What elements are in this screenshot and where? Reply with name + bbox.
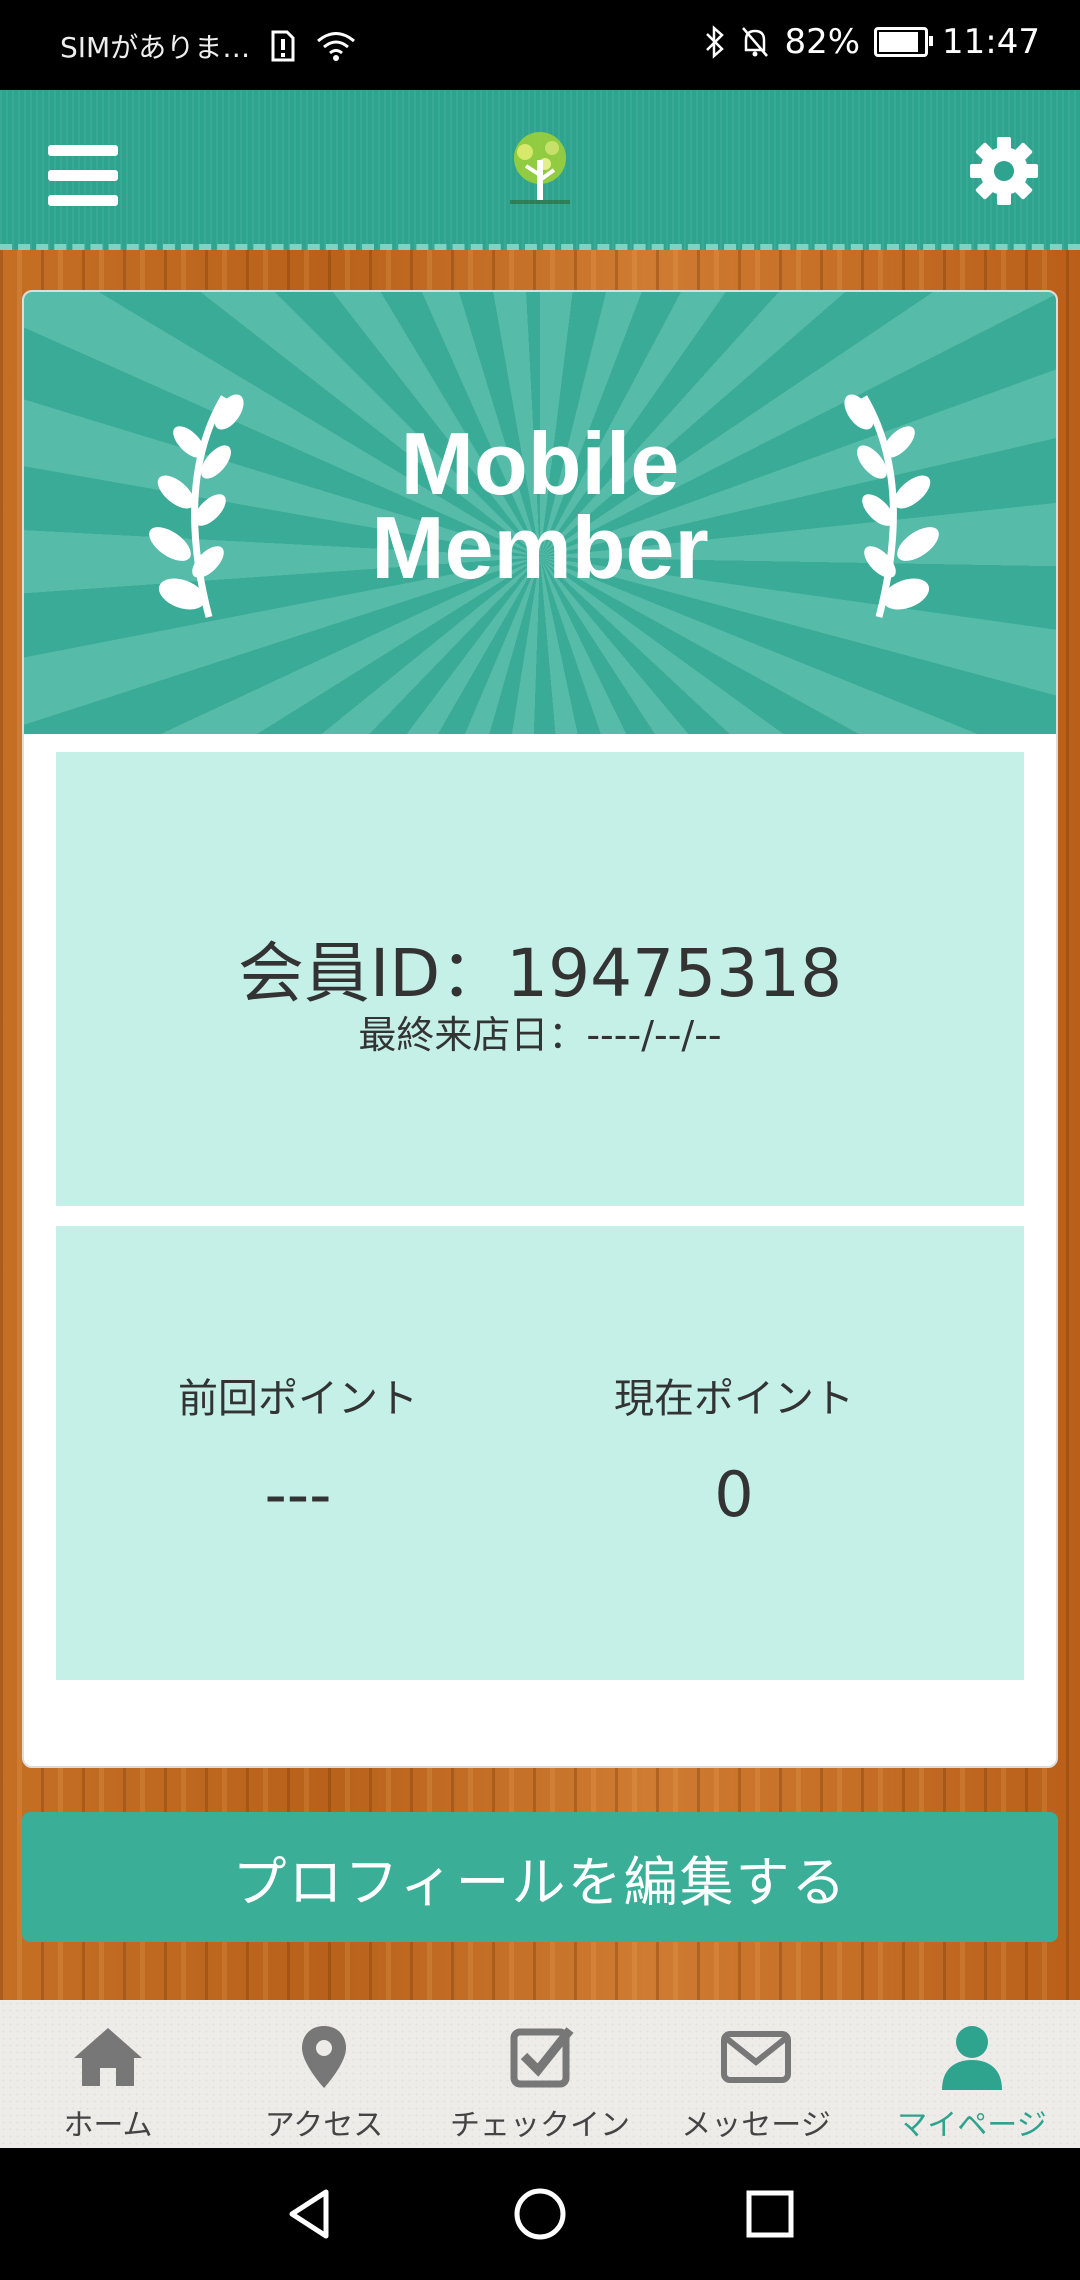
- tab-message-label: メッセージ: [681, 2108, 831, 2143]
- previous-points: 前回ポイント ---: [98, 1366, 498, 1531]
- carrier-text: SIMがありま…: [60, 31, 251, 64]
- previous-points-value: ---: [264, 1458, 332, 1531]
- gear-icon[interactable]: [968, 135, 1040, 207]
- previous-points-label: 前回ポイント: [178, 1376, 418, 1422]
- member-card: Mobile Member 会員ID：19475318 最終来店日：----/-…: [22, 290, 1058, 1768]
- member-id-panel: 会員ID：19475318 最終来店日：----/--/--: [56, 752, 1024, 1206]
- member-id: 会員ID：19475318: [237, 935, 843, 1012]
- home-circle-icon[interactable]: [510, 2184, 570, 2244]
- system-nav-bar: [0, 2148, 1080, 2280]
- bluetooth-icon: [706, 25, 725, 59]
- current-points-value: 0: [714, 1458, 754, 1531]
- checkbox-icon: [510, 2027, 574, 2088]
- user-icon: [942, 2026, 1002, 2090]
- bell-muted-icon: [742, 27, 769, 57]
- last-visit-date: 最終来店日：----/--/--: [358, 1013, 722, 1057]
- recents-square-icon[interactable]: [740, 2184, 800, 2244]
- current-points-label: 現在ポイント: [614, 1376, 854, 1422]
- sim-alert-icon: [271, 30, 295, 62]
- tree-logo-icon[interactable]: [490, 130, 590, 210]
- tab-message[interactable]: メッセージ: [648, 2000, 864, 2148]
- tab-access[interactable]: アクセス: [216, 2000, 432, 2148]
- wifi-icon: [317, 32, 356, 61]
- status-bar: SIMがありま… 82% 11:47: [0, 0, 1080, 90]
- tab-home[interactable]: ホーム: [0, 2000, 216, 2148]
- back-icon[interactable]: [280, 2184, 340, 2244]
- tab-checkin-label: チェックイン: [450, 2108, 630, 2143]
- tab-access-label: アクセス: [264, 2108, 384, 2143]
- tab-mypage-label: マイページ: [897, 2108, 1047, 2143]
- points-panel: 前回ポイント --- 現在ポイント 0: [56, 1226, 1024, 1680]
- app-header: [0, 90, 1080, 250]
- tab-home-label: ホーム: [63, 2108, 153, 2143]
- mobile-member-banner: Mobile Member: [24, 292, 1056, 734]
- tab-mypage[interactable]: マイページ: [864, 2000, 1080, 2148]
- clock: 11:47: [942, 22, 1040, 62]
- battery-percent: 82%: [784, 22, 861, 62]
- home-icon: [74, 2028, 142, 2086]
- laurel-right-icon: [844, 394, 939, 618]
- bottom-tab-bar: ホーム アクセス チェックイン メッセージ マイページ: [0, 2000, 1080, 2148]
- battery-icon: [874, 27, 934, 57]
- envelope-icon: [721, 2031, 791, 2083]
- hamburger-menu-icon[interactable]: [48, 145, 118, 206]
- tab-checkin[interactable]: チェックイン: [432, 2000, 648, 2148]
- edit-profile-button[interactable]: プロフィールを編集する: [22, 1812, 1058, 1942]
- current-points: 現在ポイント 0: [534, 1366, 934, 1531]
- map-pin-icon: [302, 2026, 346, 2088]
